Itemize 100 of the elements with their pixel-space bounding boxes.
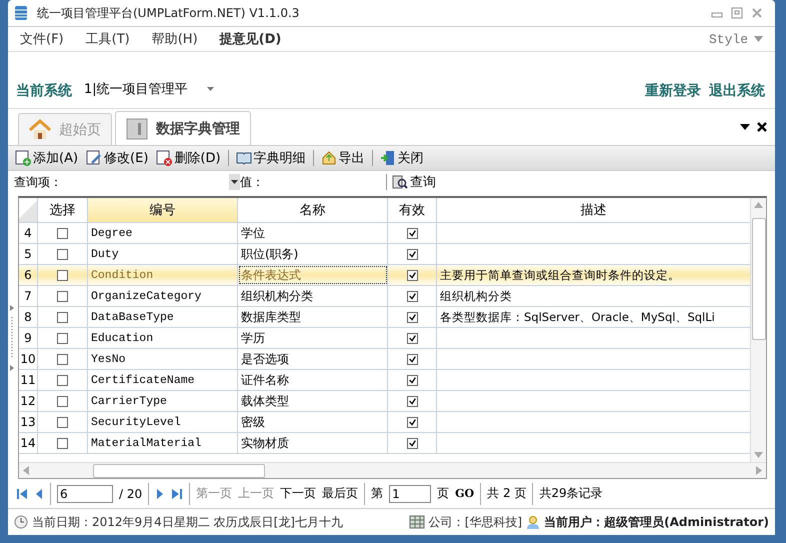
- clock-icon: [14, 515, 28, 529]
- book-icon: [236, 150, 252, 166]
- table-row[interactable]: 9 Education 学历: [19, 328, 750, 349]
- menu-item[interactable]: 工具(T): [86, 30, 130, 48]
- table-row[interactable]: 8 DataBaseType 数据库类型 各类型数据库：SqlServer、Oracle、MySql、SqlLi: [19, 307, 750, 328]
- table-cell: 载体类型: [238, 391, 388, 411]
- row-number: 4: [19, 223, 38, 243]
- checkbox[interactable]: [406, 312, 418, 322]
- menu-item[interactable]: 提意见(D): [220, 30, 282, 48]
- checkbox[interactable]: [57, 248, 68, 260]
- checkbox[interactable]: [57, 354, 68, 364]
- table-cell: Degree: [88, 223, 238, 243]
- checkbox[interactable]: [406, 332, 418, 344]
- table-row[interactable]: 4 Degree 学位: [19, 223, 750, 244]
- header-link[interactable]: 退出系统: [709, 82, 765, 100]
- house-icon: [29, 118, 51, 140]
- checkbox[interactable]: [406, 416, 418, 428]
- add-icon: [15, 150, 31, 166]
- page-link[interactable]: 下一页: [280, 485, 316, 502]
- page-link[interactable]: 最后页: [322, 485, 358, 502]
- cabinet-icon: [126, 118, 148, 140]
- checkbox[interactable]: [406, 374, 418, 386]
- page-total: / 20: [119, 486, 142, 500]
- last-page-icon[interactable]: [171, 488, 184, 500]
- query-value-label: 值：: [240, 174, 264, 190]
- menu-item[interactable]: 文件(F): [20, 30, 64, 48]
- toolbar-button[interactable]: 关闭: [376, 149, 427, 167]
- checkbox[interactable]: [57, 396, 68, 406]
- checkbox[interactable]: [57, 312, 68, 322]
- column-header[interactable]: 描述: [437, 198, 750, 222]
- table-cell: 条件表达式: [238, 265, 388, 285]
- table-cell: 各类型数据库：SqlServer、Oracle、MySql、SqlLi: [440, 310, 715, 324]
- first-page-icon[interactable]: [16, 488, 28, 500]
- table-row[interactable]: 10 YesNo 是否选项: [19, 349, 750, 370]
- query-field-label: 查询项：: [14, 174, 62, 190]
- goto-page-input[interactable]: 1: [389, 484, 432, 502]
- company-name: 公司：[华思科技]: [428, 514, 522, 530]
- checkbox[interactable]: [57, 290, 68, 302]
- style-menu[interactable]: Style: [708, 32, 763, 46]
- row-number: 11: [19, 370, 38, 390]
- building-icon: [408, 515, 425, 529]
- checkbox[interactable]: [406, 248, 418, 260]
- table-row[interactable]: 13 SecurityLevel 密级: [19, 412, 750, 433]
- search-icon: [392, 174, 408, 190]
- system-dropdown[interactable]: 1|统一项目管理平: [80, 78, 218, 100]
- table-row[interactable]: 7 OrganizeCategory 组织机构分类 组织机构分类: [19, 286, 750, 307]
- checkbox[interactable]: [406, 270, 418, 280]
- checkbox[interactable]: [57, 332, 68, 344]
- query-button[interactable]: 查询: [389, 173, 439, 191]
- maximize-icon[interactable]: [731, 7, 743, 19]
- dropdown-arrow-icon[interactable]: [740, 124, 750, 130]
- current-user: 当前用户：超级管理员(Administrator): [544, 514, 769, 530]
- export-icon: [320, 150, 337, 166]
- table-cell: Condition: [88, 265, 238, 285]
- toolbar-button[interactable]: 导出: [318, 149, 368, 167]
- checkbox[interactable]: [57, 228, 68, 238]
- row-number: 12: [19, 391, 38, 411]
- row-number: 8: [19, 307, 38, 327]
- checkbox[interactable]: [57, 374, 68, 386]
- close-icon[interactable]: [757, 122, 767, 132]
- table-row[interactable]: 14 MaterialMaterial 实物材质: [19, 433, 750, 454]
- table-row[interactable]: 12 CarrierType 载体类型: [19, 391, 750, 412]
- next-page-icon[interactable]: [155, 488, 166, 500]
- dropdown-arrow-icon: [754, 36, 763, 42]
- checkbox[interactable]: [406, 438, 418, 448]
- previous-page-icon[interactable]: [34, 488, 44, 500]
- user-icon: [526, 515, 540, 529]
- system-label: 当前系统: [16, 82, 72, 100]
- toolbar-button[interactable]: 字典明细: [232, 149, 309, 167]
- page-input[interactable]: 6: [57, 484, 113, 502]
- table-cell: OrganizeCategory: [88, 286, 238, 306]
- checkbox[interactable]: [406, 354, 418, 364]
- table-cell: 主要用于简单查询或组合查询时条件的设定。: [440, 268, 680, 282]
- row-number: 10: [19, 349, 38, 369]
- page-count: 共 2 页: [487, 485, 526, 502]
- toolbar-button[interactable]: 修改(E): [83, 149, 152, 167]
- checkbox[interactable]: [406, 396, 418, 406]
- goto-label: 页: [437, 485, 450, 502]
- header-link[interactable]: 重新登录: [645, 82, 701, 100]
- checkbox[interactable]: [57, 438, 68, 448]
- table-cell: Duty: [88, 244, 238, 264]
- menu-item[interactable]: 帮助(H): [152, 30, 198, 48]
- checkbox[interactable]: [57, 416, 68, 428]
- splitter-handle-icon[interactable]: [10, 302, 15, 372]
- toolbar-button[interactable]: 删除(D): [153, 149, 224, 167]
- table-cell: 学位: [238, 223, 388, 243]
- column-header[interactable]: 名称: [238, 198, 388, 222]
- table-cell: 证件名称: [238, 370, 388, 390]
- window-title: 统一项目管理平台(UMPLatForm.NET) V1.1.0.3: [37, 4, 300, 22]
- tab[interactable]: 数据字典管理: [115, 111, 251, 145]
- checkbox[interactable]: [406, 228, 418, 238]
- checkbox[interactable]: [57, 270, 68, 280]
- go-button[interactable]: GO: [455, 487, 474, 500]
- checkbox[interactable]: [406, 290, 418, 302]
- table-row[interactable]: 11 CertificateName 证件名称: [19, 370, 750, 391]
- column-header[interactable]: 编号: [88, 198, 238, 222]
- table-row[interactable]: 6 Condition 条件表达式 主要用于简单查询或组合查询时条件的设定。: [19, 265, 750, 286]
- toolbar-button[interactable]: 添加(A): [12, 149, 82, 167]
- table-cell: 实物材质: [238, 433, 388, 453]
- column-header[interactable]: 有效: [388, 198, 437, 222]
